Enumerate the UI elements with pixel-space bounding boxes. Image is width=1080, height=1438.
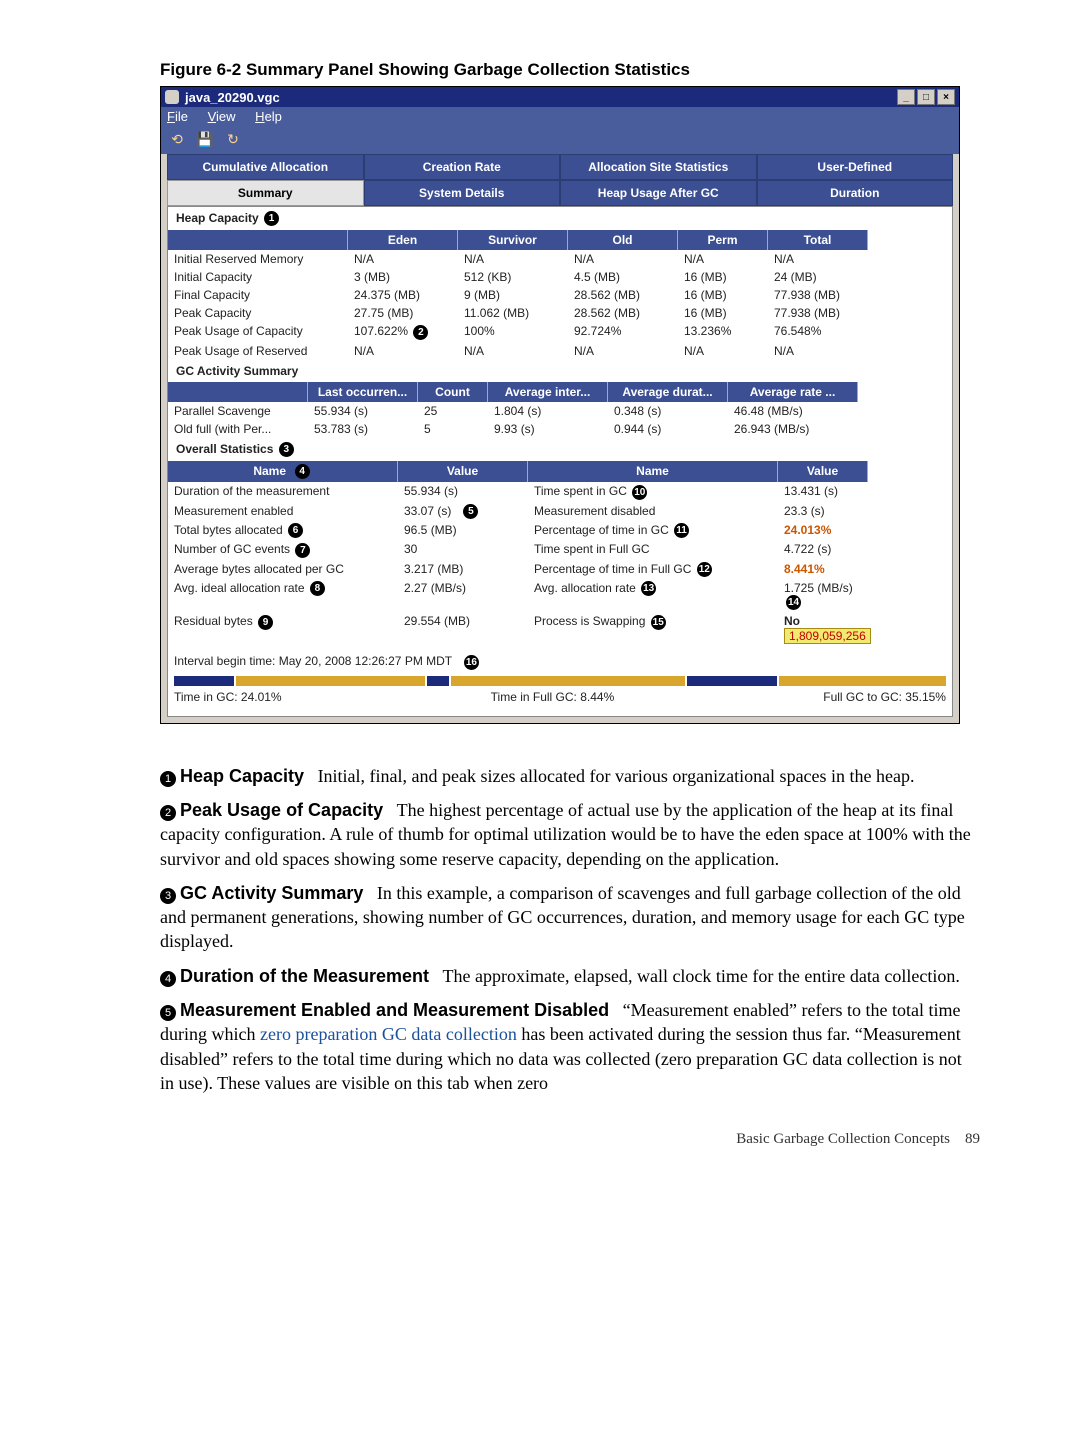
col-eden: Eden — [348, 230, 458, 250]
callout-13: 13 — [641, 581, 656, 596]
table-row: Initial Reserved MemoryN/AN/AN/AN/AN/A — [168, 250, 952, 268]
full-gc-to-gc: Full GC to GC: 35.15% — [823, 690, 946, 704]
table-row: Measurement enabled 33.07 (s) 5 Measurem… — [168, 502, 952, 521]
heap-capacity-table: Eden Survivor Old Perm Total Initial Res… — [168, 230, 952, 359]
col-name: Name 4 — [168, 461, 398, 482]
table-row: Avg. ideal allocation rate 8 2.27 (MB/s)… — [168, 579, 952, 612]
table-row: Residual bytes 9 29.554 (MB) Process is … — [168, 612, 952, 646]
menu-help[interactable]: Help — [255, 109, 282, 124]
col-total: Total — [768, 230, 868, 250]
tab-heap-usage-after-gc[interactable]: Heap Usage After GC — [560, 180, 757, 206]
time-in-gc: Time in GC: 24.01% — [174, 690, 282, 704]
usage-bars — [174, 676, 946, 686]
callout-8: 8 — [310, 581, 325, 596]
gc-activity-table: Last occurren... Count Average inter... … — [168, 382, 952, 438]
col-value: Value — [398, 461, 528, 482]
col-value2: Value — [778, 461, 868, 482]
def-marker-4: 4 — [160, 971, 176, 987]
callout-4: 4 — [295, 464, 310, 479]
tabs: Cumulative Allocation Creation Rate Allo… — [161, 154, 959, 206]
col-avgd: Average durat... — [608, 382, 728, 402]
callout-15: 15 — [651, 615, 666, 630]
table-row: Number of GC events 7 30 Time spent in F… — [168, 540, 952, 559]
swap-count-badge: 1,809,059,256 — [784, 628, 871, 644]
table-row: Initial Capacity3 (MB)512 (KB)4.5 (MB)16… — [168, 268, 952, 286]
def-marker-2: 2 — [160, 805, 176, 821]
callout-3: 3 — [279, 442, 294, 457]
overall-stats-header: Overall Statistics 3 — [168, 438, 952, 461]
tab-allocation-site-statistics[interactable]: Allocation Site Statistics — [560, 154, 757, 180]
heap-capacity-header: Heap Capacity 1 — [168, 207, 952, 230]
titlebar: java_20290.vgc _ □ × — [161, 87, 959, 107]
link-zero-prep-gc[interactable]: zero preparation GC data collection — [260, 1024, 517, 1044]
table-row: Total bytes allocated 6 96.5 (MB) Percen… — [168, 521, 952, 540]
table-row: Average bytes allocated per GC3.217 (MB)… — [168, 560, 952, 579]
app-icon — [165, 90, 179, 104]
overall-stats-table: Name 4 Value Name Value Duration of the … — [168, 461, 952, 646]
def-marker-3: 3 — [160, 888, 176, 904]
back-icon[interactable]: ⟲ — [167, 130, 187, 150]
col-survivor: Survivor — [458, 230, 568, 250]
col-blank — [168, 230, 348, 250]
table-row: Old full (with Per...53.783 (s)59.93 (s)… — [168, 420, 952, 438]
callout-2: 2 — [413, 325, 428, 340]
col-perm: Perm — [678, 230, 768, 250]
table-row: Peak Capacity27.75 (MB)11.062 (MB)28.562… — [168, 304, 952, 322]
app-window: java_20290.vgc _ □ × File View Help ⟲ 💾 … — [160, 86, 960, 724]
save-icon[interactable]: 💾 — [195, 130, 215, 150]
col-last: Last occurren... — [308, 382, 418, 402]
time-in-full-gc: Time in Full GC: 8.44% — [491, 690, 615, 704]
col-avgr: Average rate ... — [728, 382, 858, 402]
toolbar: ⟲ 💾 ↻ — [161, 126, 959, 154]
callout-12: 12 — [697, 562, 712, 577]
callout-7: 7 — [295, 543, 310, 558]
minimize-button[interactable]: _ — [897, 89, 915, 105]
tab-cumulative-allocation[interactable]: Cumulative Allocation — [167, 154, 364, 180]
callout-10: 10 — [632, 485, 647, 500]
interval-row: Interval begin time: May 20, 2008 12:26:… — [168, 646, 952, 715]
callout-16: 16 — [464, 655, 479, 670]
summary-panel: Heap Capacity 1 Eden Survivor Old Perm T… — [167, 206, 953, 717]
menubar: File View Help — [161, 107, 959, 126]
tab-system-details[interactable]: System Details — [364, 180, 561, 206]
col-count: Count — [418, 382, 488, 402]
close-button[interactable]: × — [937, 89, 955, 105]
tab-summary[interactable]: Summary — [167, 180, 364, 206]
callout-6: 6 — [288, 523, 303, 538]
refresh-icon[interactable]: ↻ — [223, 130, 243, 150]
tab-creation-rate[interactable]: Creation Rate — [364, 154, 561, 180]
callout-5: 5 — [463, 504, 478, 519]
def-marker-5: 5 — [160, 1005, 176, 1021]
def-marker-1: 1 — [160, 771, 176, 787]
col-old: Old — [568, 230, 678, 250]
col-blank — [168, 382, 308, 402]
menu-view[interactable]: View — [208, 109, 236, 124]
gc-activity-header: GC Activity Summary — [168, 360, 952, 382]
table-row: Peak Usage of ReservedN/AN/AN/AN/AN/A — [168, 342, 952, 360]
col-name2: Name — [528, 461, 778, 482]
callout-9: 9 — [258, 615, 273, 630]
callout-1: 1 — [264, 211, 279, 226]
col-avgi: Average inter... — [488, 382, 608, 402]
callout-14: 14 — [786, 595, 801, 610]
page-footer: Basic Garbage Collection Concepts 89 — [160, 1131, 980, 1148]
figure-title: Figure 6-2 Summary Panel Showing Garbage… — [160, 60, 980, 80]
window-title: java_20290.vgc — [185, 90, 897, 105]
definitions: 1Heap Capacity Initial, final, and peak … — [160, 764, 980, 1096]
table-row: Parallel Scavenge55.934 (s)251.804 (s)0.… — [168, 402, 952, 420]
table-row: Peak Usage of Capacity 107.622% 2 100%92… — [168, 322, 952, 341]
callout-11: 11 — [674, 523, 689, 538]
table-row: Final Capacity24.375 (MB)9 (MB)28.562 (M… — [168, 286, 952, 304]
tab-user-defined[interactable]: User-Defined — [757, 154, 954, 180]
table-row: Duration of the measurement55.934 (s) Ti… — [168, 482, 952, 501]
menu-file[interactable]: File — [167, 109, 188, 124]
maximize-button[interactable]: □ — [917, 89, 935, 105]
tab-duration[interactable]: Duration — [757, 180, 954, 206]
